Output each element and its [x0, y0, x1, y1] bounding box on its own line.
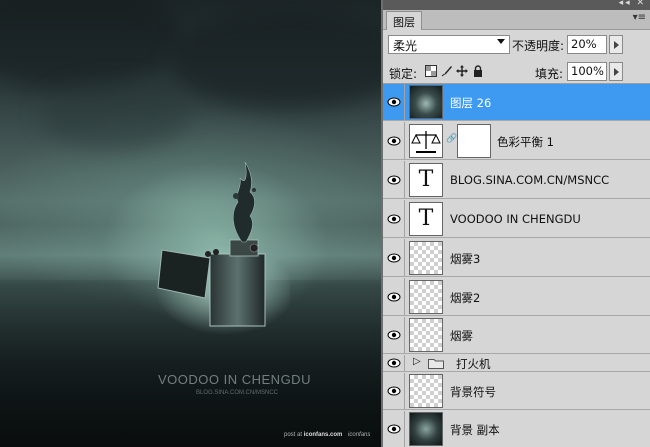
visibility-eye-icon[interactable] — [383, 161, 405, 198]
layer-name: 烟雾 — [450, 329, 473, 343]
blend-mode-value: 柔光 — [393, 39, 418, 53]
layer-name: VOODOO IN CHENGDU — [450, 212, 581, 226]
panel-titlebar: ◂◂ ✕ — [383, 0, 650, 10]
layer-row-color-balance[interactable]: 🔗 色彩平衡 1 — [383, 122, 650, 160]
cloud — [0, 0, 180, 90]
cloud — [40, 80, 190, 150]
visibility-eye-icon[interactable] — [383, 317, 405, 353]
fill-label: 填充: — [535, 67, 564, 81]
layer-name: BLOG.SINA.COM.CN/MSNCC — [450, 173, 610, 187]
layer-row-background-symbol[interactable]: 背景符号 — [383, 373, 650, 410]
credit-logo: iconfans — [348, 432, 371, 438]
visibility-eye-icon[interactable] — [383, 373, 405, 409]
layer-row-blog-text[interactable]: T BLOG.SINA.COM.CN/MSNCC — [383, 161, 650, 199]
layer-thumbnail — [409, 241, 443, 275]
artwork-title: VOODOO IN CHENGDU — [158, 372, 311, 387]
layer-row-smoke[interactable]: 烟雾 — [383, 317, 650, 354]
artwork-credit: post at iconfans.com iconfans — [284, 432, 370, 438]
folder-icon — [428, 359, 444, 369]
lock-all-icon[interactable] — [472, 65, 484, 77]
layer-name: 背景符号 — [450, 385, 496, 399]
layer-row-smoke-3[interactable]: 烟雾3 — [383, 239, 650, 277]
layer-mask-thumbnail[interactable] — [457, 124, 491, 158]
layer-thumbnail — [409, 412, 443, 446]
layer-thumbnail — [409, 374, 443, 408]
blend-options-row: 柔光 不透明度: 20% — [383, 31, 650, 58]
text-layer-icon: T — [409, 163, 443, 197]
panel-tab-row: 图层 ▾≡ — [383, 10, 650, 30]
visibility-eye-icon[interactable] — [383, 200, 405, 237]
layer-name: 图层 26 — [450, 96, 492, 110]
layer-row-background-copy[interactable]: 背景 副本 — [383, 411, 650, 447]
text-layer-icon: T — [409, 202, 443, 236]
panel-menu-icon[interactable]: ▾≡ — [633, 12, 646, 23]
visibility-eye-icon[interactable] — [383, 411, 405, 447]
layer-name: 烟雾3 — [450, 252, 481, 266]
chain-link-icon[interactable]: 🔗 — [446, 134, 457, 144]
lock-label: 锁定: — [389, 67, 418, 81]
lock-options-row: 锁定: 填充: 100% — [383, 60, 650, 84]
tab-layers[interactable]: 图层 — [386, 11, 422, 30]
expand-triangle-icon[interactable]: ▷ — [413, 356, 421, 367]
lock-image-pixels-brush-icon[interactable] — [441, 65, 453, 77]
layer-thumbnail — [409, 318, 443, 352]
layer-name: 打火机 — [456, 357, 491, 371]
layer-thumbnail — [409, 280, 443, 314]
fill-slider-button[interactable] — [609, 62, 623, 81]
layer-row-layer-26[interactable]: 图层 26 — [383, 84, 650, 121]
opacity-slider-button[interactable] — [609, 35, 623, 54]
layer-name: 色彩平衡 1 — [497, 135, 554, 149]
visibility-eye-icon[interactable] — [383, 239, 405, 276]
lighter-illustration — [155, 161, 290, 335]
lock-position-move-icon[interactable] — [456, 65, 468, 77]
layer-name: 烟雾2 — [450, 291, 481, 305]
lock-transparent-pixels-icon[interactable] — [425, 65, 437, 77]
layers-panel: ◂◂ ✕ 图层 ▾≡ 柔光 不透明度: 20% 锁定: 填充: 100% 图层 … — [381, 0, 650, 447]
artwork-subtitle: BLOG.SINA.COM.CN/MSNCC — [196, 390, 279, 396]
dropdown-arrow-icon — [497, 39, 505, 44]
layer-thumbnail — [409, 85, 443, 119]
visibility-eye-icon[interactable] — [383, 84, 405, 120]
visibility-eye-icon[interactable] — [383, 122, 405, 159]
credit-prefix: post at — [284, 432, 303, 438]
balance-scale-icon — [409, 124, 443, 158]
fill-input[interactable]: 100% — [567, 62, 607, 81]
layer-group-lighter[interactable]: ▷ 打火机 — [383, 355, 650, 372]
opacity-input[interactable]: 20% — [567, 35, 607, 54]
double-chevron-icon[interactable]: ◂◂ ✕ — [619, 0, 646, 8]
blend-mode-select[interactable]: 柔光 — [388, 35, 510, 54]
credit-site: iconfans.com — [303, 432, 343, 438]
layer-row-voodoo-text[interactable]: T VOODOO IN CHENGDU — [383, 200, 650, 238]
visibility-eye-icon[interactable] — [383, 355, 405, 371]
layer-row-smoke-2[interactable]: 烟雾2 — [383, 278, 650, 316]
cloud — [170, 10, 381, 110]
layer-name: 背景 副本 — [450, 423, 500, 437]
opacity-label: 不透明度: — [512, 39, 565, 53]
visibility-eye-icon[interactable] — [383, 278, 405, 315]
document-canvas[interactable]: VOODOO IN CHENGDU BLOG.SINA.COM.CN/MSNCC… — [0, 0, 381, 447]
